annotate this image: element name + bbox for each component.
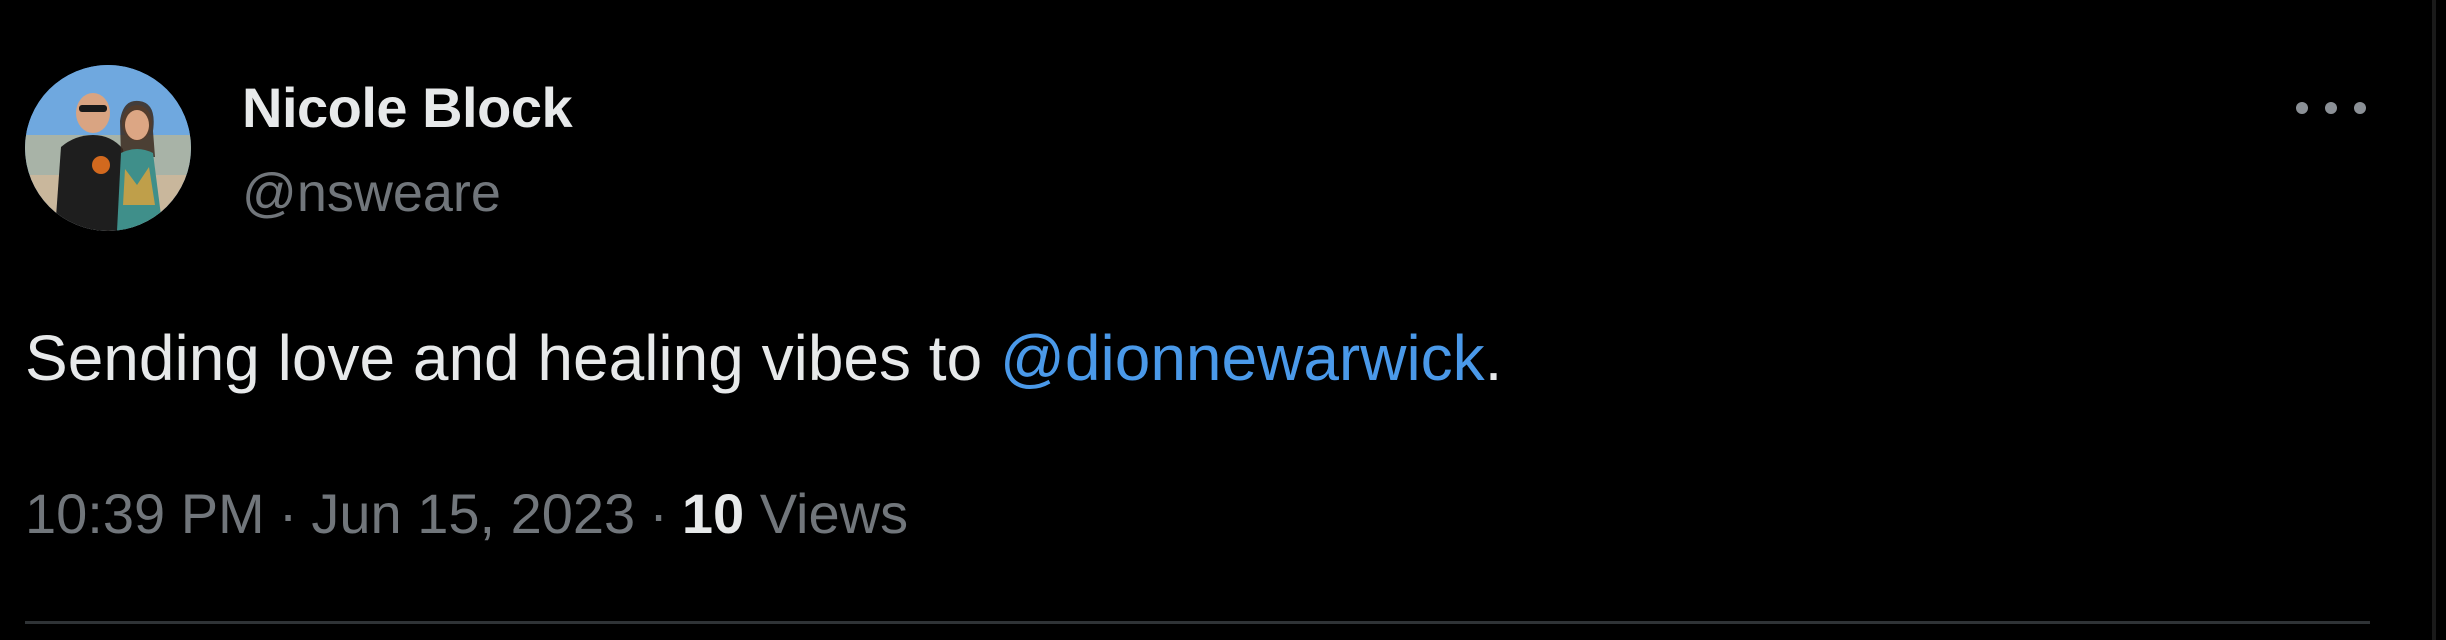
more-options-button[interactable] (2296, 90, 2366, 126)
more-horizontal-icon (2354, 102, 2366, 114)
more-horizontal-icon (2296, 102, 2308, 114)
tweet-time[interactable]: 10:39 PM (25, 482, 265, 545)
meta-separator: · (649, 482, 668, 545)
views-label[interactable]: Views (760, 482, 908, 545)
tweet-text-body: Sending love and healing vibes to (25, 322, 1000, 394)
meta-separator: · (278, 482, 298, 545)
avatar-photo (25, 65, 191, 231)
tweet-text-end: . (1484, 322, 1503, 394)
mention-link[interactable]: @dionnewarwick (1000, 322, 1485, 394)
tweet-text: Sending love and healing vibes to @dionn… (25, 318, 1502, 398)
author-handle[interactable]: @nsweare (242, 157, 501, 229)
views-count[interactable]: 10 (682, 482, 744, 545)
author-display-name[interactable]: Nicole Block (242, 72, 573, 144)
tweet-date[interactable]: Jun 15, 2023 (311, 482, 635, 545)
divider (25, 621, 2370, 624)
avatar[interactable] (25, 65, 191, 231)
more-horizontal-icon (2325, 102, 2337, 114)
tweet-meta: 10:39 PM · Jun 15, 2023 · 10 Views (25, 478, 908, 550)
scrollbar-track[interactable] (2432, 0, 2436, 640)
tweet-card: Nicole Block @nsweare Sending love and h… (0, 0, 2420, 640)
